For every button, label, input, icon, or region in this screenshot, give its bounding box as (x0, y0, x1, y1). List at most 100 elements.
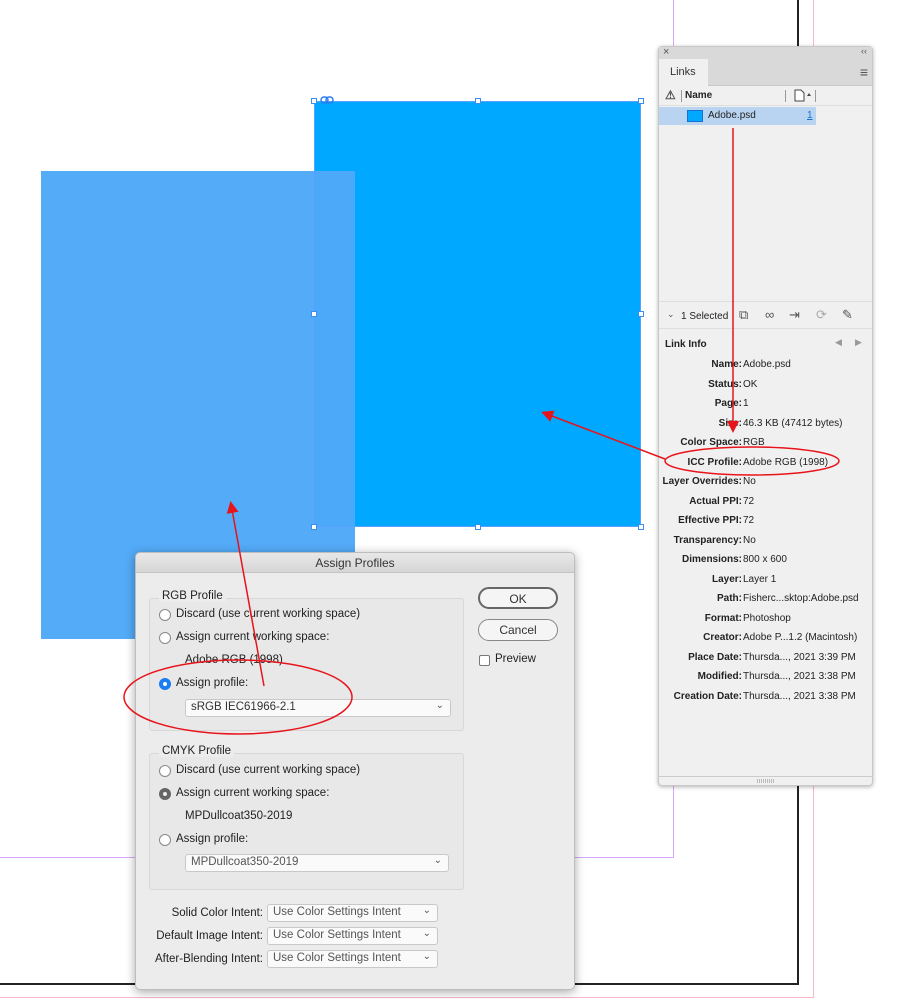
link-info-row: Layer: Layer 1 (659, 574, 874, 590)
handle[interactable] (311, 98, 317, 104)
info-key: Name: (711, 359, 742, 370)
selected-count: 1 Selected (681, 311, 729, 322)
relink-from-cc-icon[interactable]: ⧉ (739, 307, 748, 323)
rgb-discard-label[interactable]: Discard (use current working space) (176, 608, 360, 620)
link-info-row: Page: 1 (659, 398, 874, 414)
warning-icon[interactable]: ⚠ (665, 88, 676, 102)
rgb-current-space: Adobe RGB (1998) (185, 654, 283, 666)
info-key: Creator: (703, 632, 742, 643)
collapse-icon[interactable]: ‹‹ (861, 46, 867, 56)
info-key: Page: (714, 398, 742, 409)
handle[interactable] (311, 311, 317, 317)
after-blending-intent-label: After-Blending Intent: (154, 953, 263, 965)
default-image-intent-label: Default Image Intent: (156, 930, 263, 942)
handle[interactable] (638, 524, 644, 530)
link-info-row: Size: 46.3 KB (47412 bytes) (659, 418, 874, 434)
handle[interactable] (638, 98, 644, 104)
link-info-row: Creator: Adobe P...1.2 (Macintosh) (659, 632, 874, 648)
info-key: Dimensions: (681, 554, 742, 565)
info-value: No (743, 534, 756, 546)
info-key: Effective PPI: (678, 515, 742, 526)
chevron-down-icon: ⌄ (435, 700, 444, 711)
info-key: Actual PPI: (689, 495, 742, 507)
cmyk-current-space: MPDullcoat350-2019 (185, 810, 293, 822)
selection-frame (314, 101, 641, 527)
info-value: Adobe RGB (1998) (743, 456, 829, 468)
chevron-down-icon[interactable]: ⌄ (667, 309, 675, 320)
cmyk-discard-label[interactable]: Discard (use current working space) (176, 764, 360, 776)
link-info-row: Place Date: Thursda..., 2021 3:39 PM (659, 652, 874, 668)
rgb-assign-profile-radio[interactable] (159, 678, 171, 690)
link-info-row: Effective PPI: 72 (659, 515, 874, 531)
previous-link-icon[interactable]: ◀ (835, 337, 842, 348)
link-row[interactable]: Adobe.psd 1 (659, 107, 816, 125)
link-name: Adobe.psd (708, 110, 756, 121)
cmyk-profile-select[interactable]: MPDullcoat350-2019 ⌄ (185, 854, 449, 872)
chevron-down-icon: ⌄ (422, 905, 431, 916)
ok-button[interactable]: OK (478, 587, 558, 609)
info-key: Creation Date: (673, 690, 742, 702)
link-info-row: Status: OK (659, 379, 874, 395)
info-value: 46.3 KB (47412 bytes) (743, 417, 843, 429)
cancel-button[interactable]: Cancel (478, 619, 558, 641)
cmyk-assign-current-radio[interactable] (159, 788, 171, 800)
link-info-row: Transparency: No (659, 535, 874, 551)
info-value: Thursda..., 2021 3:38 PM (743, 690, 856, 702)
edit-original-icon[interactable]: ✎ (842, 307, 853, 323)
next-link-icon[interactable]: ▶ (855, 337, 862, 348)
handle[interactable] (638, 311, 644, 317)
handle[interactable] (311, 524, 317, 530)
bleed-guide (0, 997, 814, 998)
link-info-row: Modified: Thursda..., 2021 3:38 PM (659, 671, 874, 687)
assign-profiles-dialog: Assign Profiles RGB Profile Discard (use… (135, 552, 575, 990)
preview-label[interactable]: Preview (495, 653, 536, 665)
rgb-assign-profile-label[interactable]: Assign profile: (176, 677, 248, 689)
info-key: Modified: (697, 671, 742, 682)
rgb-profile-select[interactable]: sRGB IEC61966-2.1 ⌄ (185, 699, 451, 717)
info-value: 800 x 600 (743, 554, 787, 565)
info-key: Path: (717, 593, 742, 604)
link-info-row: Creation Date: Thursda..., 2021 3:38 PM (659, 691, 874, 707)
update-link-icon[interactable]: ⟳ (816, 307, 827, 323)
tab-links[interactable]: Links (659, 59, 708, 87)
info-value: Layer 1 (743, 573, 777, 585)
solid-color-intent-select[interactable]: Use Color Settings Intent ⌄ (267, 904, 438, 922)
rgb-profile-label: RGB Profile (159, 590, 226, 602)
link-info-row: Layer Overrides: No (659, 476, 874, 492)
cmyk-assign-current-label[interactable]: Assign current working space: (176, 787, 329, 799)
go-to-link-icon[interactable]: ⇥ (789, 307, 800, 323)
close-icon[interactable]: × (663, 46, 669, 58)
image-thumbnail-icon (687, 110, 703, 122)
cmyk-assign-profile-radio[interactable] (159, 834, 171, 846)
solid-color-intent-label: Solid Color Intent: (171, 907, 263, 919)
panel-menu-icon[interactable]: ≡ (860, 64, 868, 80)
preview-checkbox[interactable] (479, 655, 490, 666)
info-key: Color Space: (680, 437, 742, 448)
name-column-header[interactable]: Name (685, 90, 712, 101)
chevron-down-icon: ⌄ (422, 928, 431, 939)
default-image-intent-select[interactable]: Use Color Settings Intent ⌄ (267, 927, 438, 945)
cmyk-assign-profile-label[interactable]: Assign profile: (176, 833, 248, 845)
info-key: Size: (718, 417, 742, 429)
handle[interactable] (475, 524, 481, 530)
handle[interactable] (475, 98, 481, 104)
info-key: Layer: (711, 573, 742, 585)
link-page-number[interactable]: 1 (807, 110, 813, 121)
dialog-title: Assign Profiles (136, 553, 574, 573)
after-blending-intent-select[interactable]: Use Color Settings Intent ⌄ (267, 950, 438, 968)
relink-icon[interactable]: ∞ (765, 307, 774, 322)
rgb-assign-current-label[interactable]: Assign current working space: (176, 631, 329, 643)
info-value: 72 (743, 515, 755, 526)
link-info-row: ICC Profile: Adobe RGB (1998) (659, 457, 874, 473)
info-key: Layer Overrides: (662, 476, 743, 487)
rgb-assign-current-radio[interactable] (159, 632, 171, 644)
page-icon[interactable] (794, 89, 814, 102)
info-key: Transparency: (673, 534, 742, 546)
link-badge-icon (320, 96, 334, 104)
resize-grip[interactable] (659, 776, 872, 785)
link-info-row: Name: Adobe.psd (659, 359, 874, 375)
column-header: ⚠ Name (659, 86, 872, 106)
rgb-discard-radio[interactable] (159, 609, 171, 621)
cmyk-discard-radio[interactable] (159, 765, 171, 777)
info-key: Format: (704, 612, 742, 624)
